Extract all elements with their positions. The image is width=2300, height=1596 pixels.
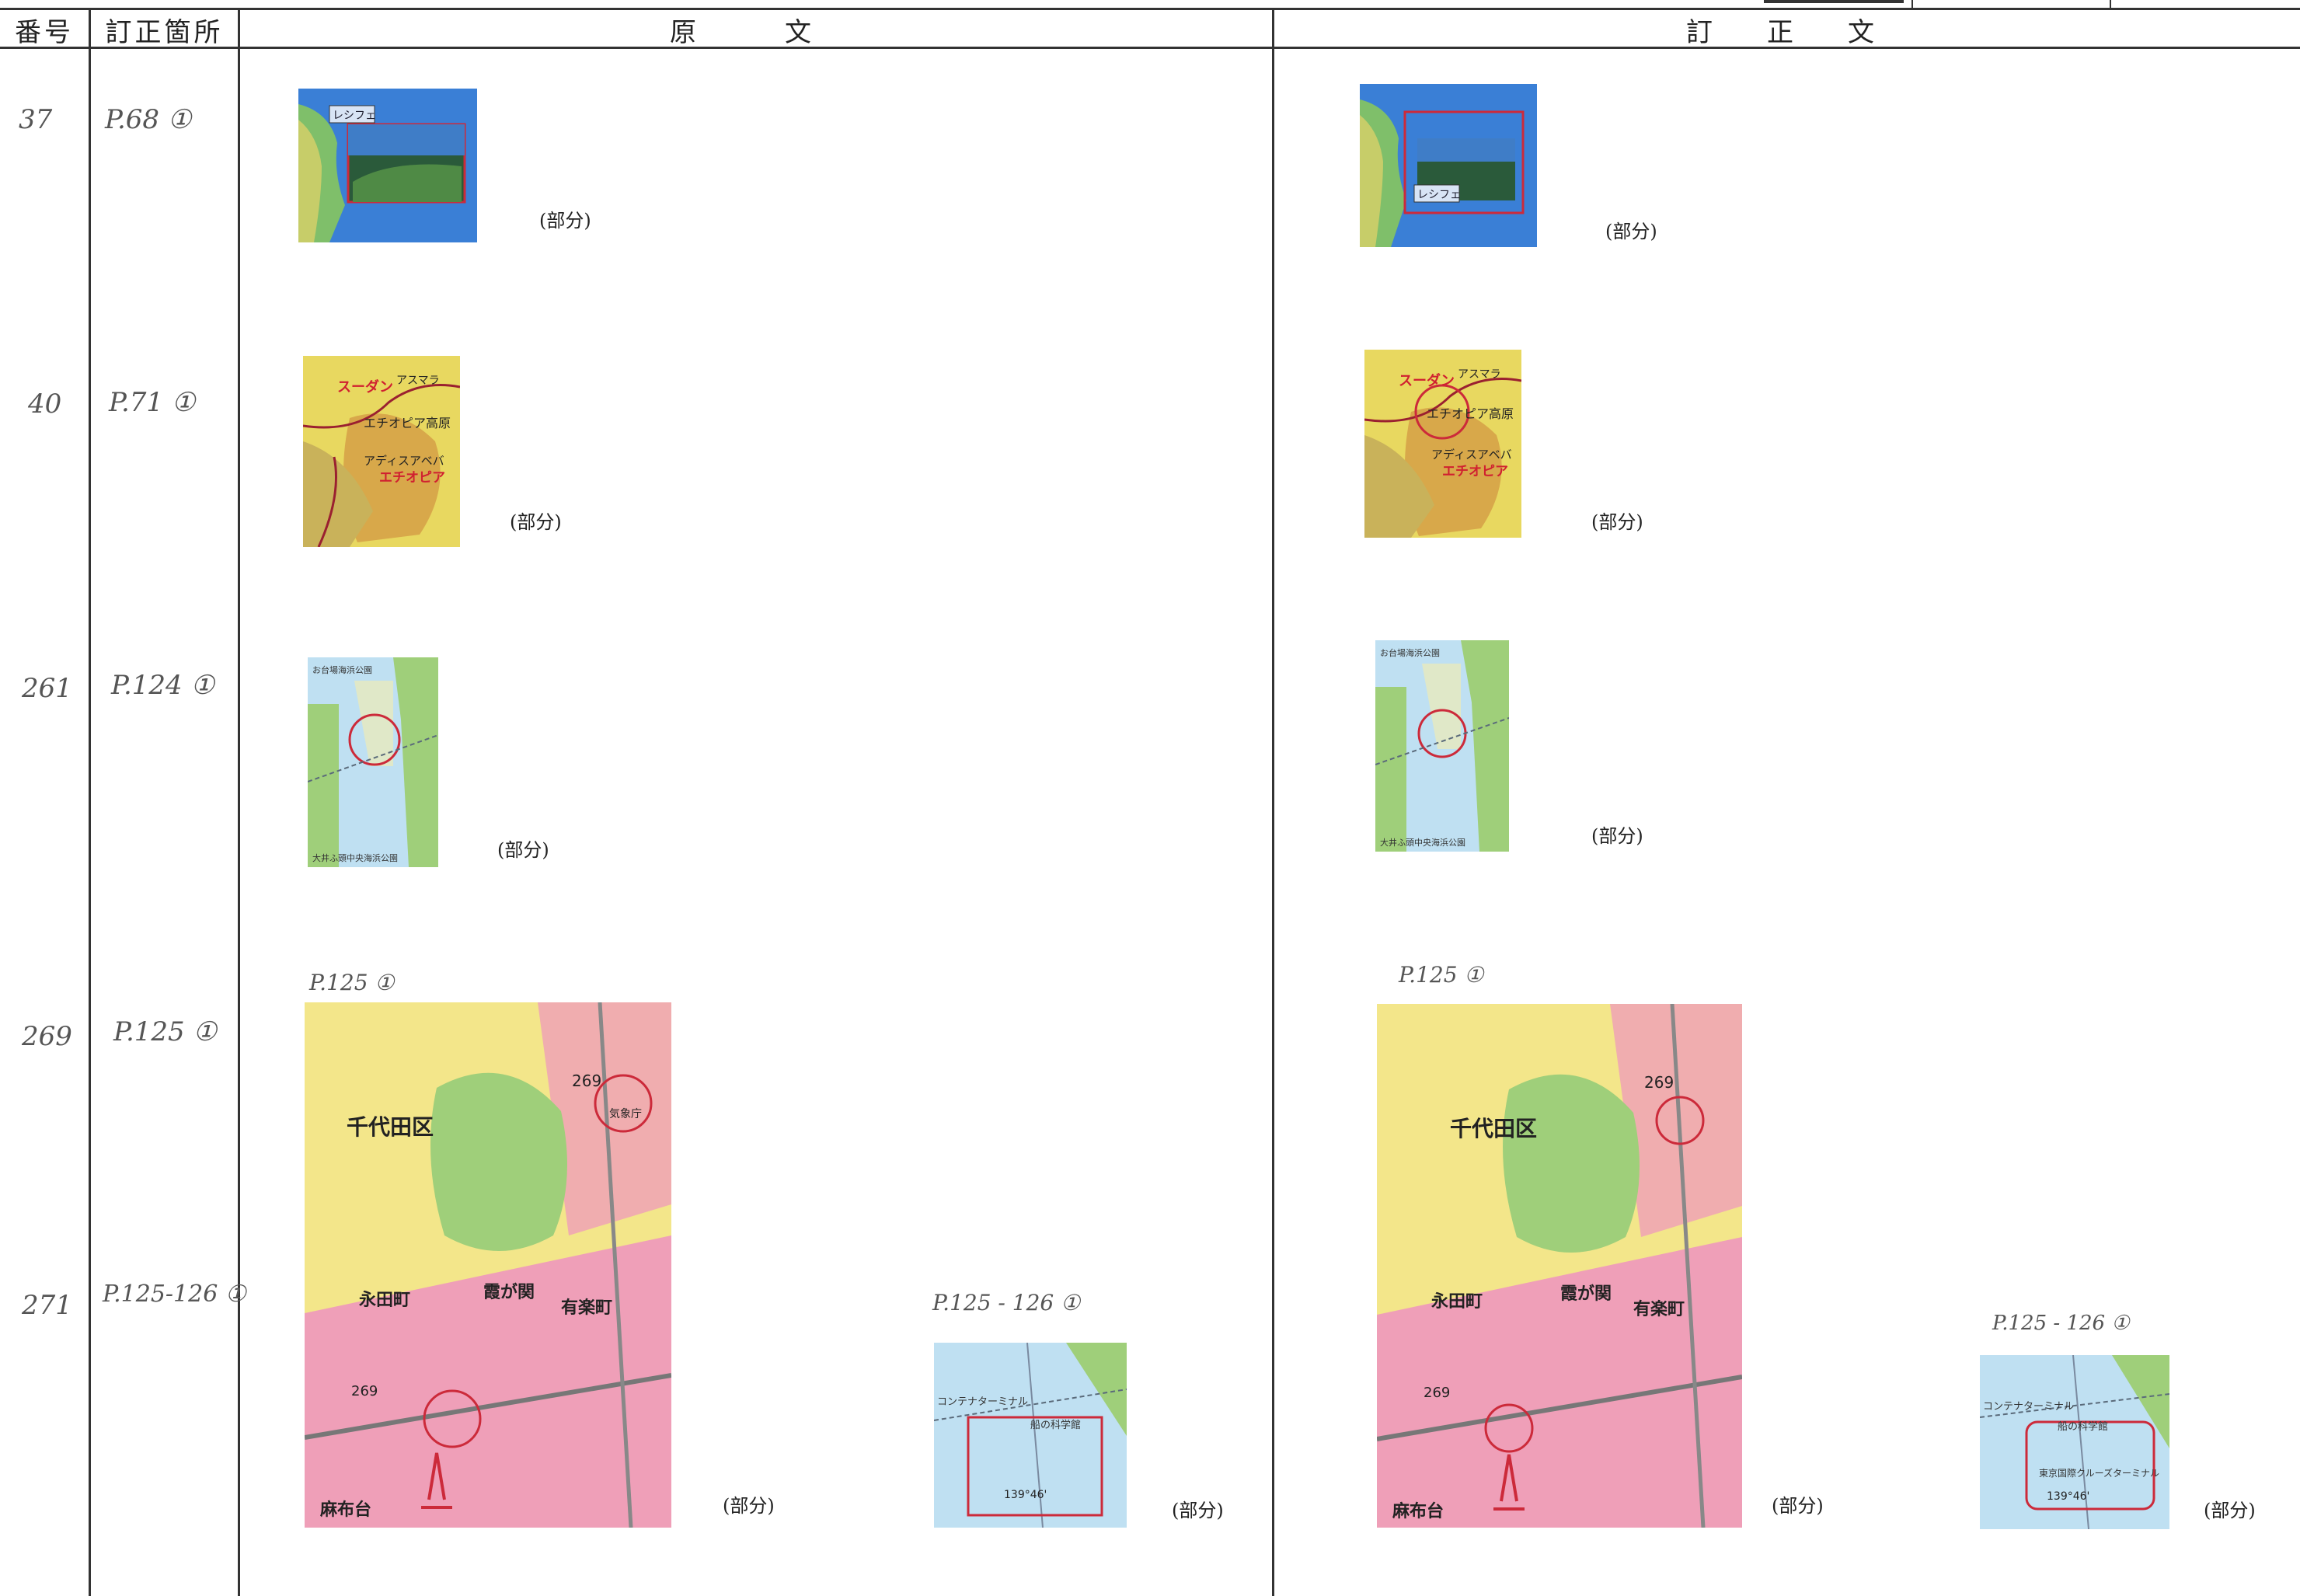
svg-text:エチオピア: エチオピア xyxy=(379,470,445,486)
svg-text:有楽町: 有楽町 xyxy=(561,1298,612,1318)
svg-text:269: 269 xyxy=(572,1072,601,1090)
svg-text:千代田区: 千代田区 xyxy=(1450,1116,1537,1141)
svg-text:アディスアベバ: アディスアベバ xyxy=(1431,448,1512,462)
header-location: 訂正箇所 xyxy=(105,17,224,48)
svg-text:永田町: 永田町 xyxy=(359,1290,410,1310)
map-chiyoda-original: 千代田区 269 269 気象庁 霞が関 永田町 有楽町 麻布台 xyxy=(305,1002,671,1528)
svg-text:269: 269 xyxy=(1644,1073,1674,1092)
svg-text:アスマラ: アスマラ xyxy=(1458,368,1501,381)
top-right-tick-1 xyxy=(1911,0,1913,8)
row-location: P.68 ① xyxy=(105,104,192,135)
partial-label: (部分) xyxy=(497,839,549,861)
partial-label: (部分) xyxy=(1172,1500,1224,1521)
svg-text:スーダン: スーダン xyxy=(337,378,393,396)
header-original: 原 文 xyxy=(670,17,842,48)
partial-label: (部分) xyxy=(539,210,591,232)
svg-text:スーダン: スーダン xyxy=(1399,372,1455,389)
row-number: 271 xyxy=(22,1290,72,1321)
row-location: P.124 ① xyxy=(111,670,214,701)
row-number: 40 xyxy=(28,389,62,420)
row-number: 269 xyxy=(22,1021,72,1052)
svg-text:お台場海浜公園: お台場海浜公園 xyxy=(1380,647,1440,658)
page-note: P.125 - 126 ① xyxy=(1992,1312,2130,1335)
svg-text:有楽町: 有楽町 xyxy=(1633,1299,1685,1319)
svg-text:霞が関: 霞が関 xyxy=(1560,1284,1612,1304)
svg-text:お台場海浜公園: お台場海浜公園 xyxy=(312,664,372,675)
map-label-recife: レシフェ xyxy=(333,110,376,122)
svg-text:コンテナターミナル: コンテナターミナル xyxy=(937,1396,1028,1408)
svg-text:エチオピア高原: エチオピア高原 xyxy=(1427,406,1514,421)
row-number: 261 xyxy=(22,673,72,704)
svg-text:永田町: 永田町 xyxy=(1431,1291,1483,1312)
svg-text:大井ふ頭中央海浜公園: 大井ふ頭中央海浜公園 xyxy=(1380,837,1465,848)
column-divider-3 xyxy=(1272,8,1274,1596)
column-divider-1 xyxy=(89,8,91,1596)
map-terminal-corrected: コンテナターミナル 船の科学館 東京国際クルーズターミナル 139°46' xyxy=(1980,1355,2169,1529)
svg-text:船の科学館: 船の科学館 xyxy=(1030,1419,1081,1431)
partial-label: (部分) xyxy=(1772,1495,1824,1517)
row-location: P.71 ① xyxy=(109,387,196,418)
partial-label: (部分) xyxy=(1591,825,1643,847)
svg-text:アスマラ: アスマラ xyxy=(396,375,440,387)
svg-text:269: 269 xyxy=(1424,1385,1450,1401)
svg-text:船の科学館: 船の科学館 xyxy=(2058,1420,2108,1433)
svg-text:139°46': 139°46' xyxy=(1004,1489,1047,1501)
svg-text:千代田区: 千代田区 xyxy=(347,1114,434,1140)
map-chiyoda-corrected: 千代田区 269 269 霞が関 永田町 有楽町 麻布台 xyxy=(1377,1004,1742,1528)
header-corrected: 訂 正 文 xyxy=(1686,17,1888,48)
svg-text:エチオピア: エチオピア xyxy=(1442,464,1508,479)
svg-text:139°46': 139°46' xyxy=(2047,1490,2089,1503)
top-right-stub xyxy=(1764,0,1904,3)
top-right-tick-2 xyxy=(2110,0,2111,8)
page-note: P.125 ① xyxy=(1399,962,1484,988)
svg-text:麻布台: 麻布台 xyxy=(1392,1501,1444,1521)
map-odaiba-original: お台場海浜公園 大井ふ頭中央海浜公園 xyxy=(308,657,438,867)
table-top-border xyxy=(0,8,2300,10)
svg-text:麻布台: 麻布台 xyxy=(319,1500,371,1520)
svg-text:269: 269 xyxy=(351,1383,378,1399)
header-number: 番号 xyxy=(15,17,74,48)
partial-label: (部分) xyxy=(1605,221,1657,242)
svg-text:エチオピア高原: エチオピア高原 xyxy=(364,416,451,430)
partial-label: (部分) xyxy=(1591,511,1643,533)
partial-label: (部分) xyxy=(723,1495,775,1517)
map-recife-corrected: レシフェ xyxy=(1360,84,1537,247)
svg-text:東京国際クルーズターミナル: 東京国際クルーズターミナル xyxy=(2039,1467,2159,1479)
map-recife-original: レシフェ xyxy=(298,89,477,242)
page-note: P.125 - 126 ① xyxy=(932,1290,1081,1315)
column-divider-2 xyxy=(238,8,240,1596)
partial-label: (部分) xyxy=(2204,1500,2256,1521)
svg-text:アディスアベバ: アディスアベバ xyxy=(364,454,444,468)
map-terminal-original: コンテナターミナル 船の科学館 139°46' xyxy=(934,1343,1127,1528)
page-note: P.125 ① xyxy=(309,970,395,995)
svg-text:気象庁: 気象庁 xyxy=(609,1108,642,1120)
map-ethiopia-corrected: スーダン アスマラ エチオピア高原 アディスアベバ エチオピア xyxy=(1364,350,1521,538)
map-ethiopia-original: スーダン アスマラ エチオピア高原 アディスアベバ エチオピア xyxy=(303,356,460,547)
row-location: P.125 ① xyxy=(113,1016,217,1047)
svg-text:レシフェ: レシフェ xyxy=(1417,189,1461,201)
svg-text:霞が関: 霞が関 xyxy=(483,1282,535,1302)
partial-label: (部分) xyxy=(510,511,562,533)
svg-text:コンテナターミナル: コンテナターミナル xyxy=(1983,1401,2074,1413)
row-location: P.125-126 ① xyxy=(103,1281,246,1308)
map-odaiba-corrected: お台場海浜公園 大井ふ頭中央海浜公園 xyxy=(1375,640,1509,852)
row-number: 37 xyxy=(19,104,53,135)
svg-text:大井ふ頭中央海浜公園: 大井ふ頭中央海浜公園 xyxy=(312,852,398,863)
